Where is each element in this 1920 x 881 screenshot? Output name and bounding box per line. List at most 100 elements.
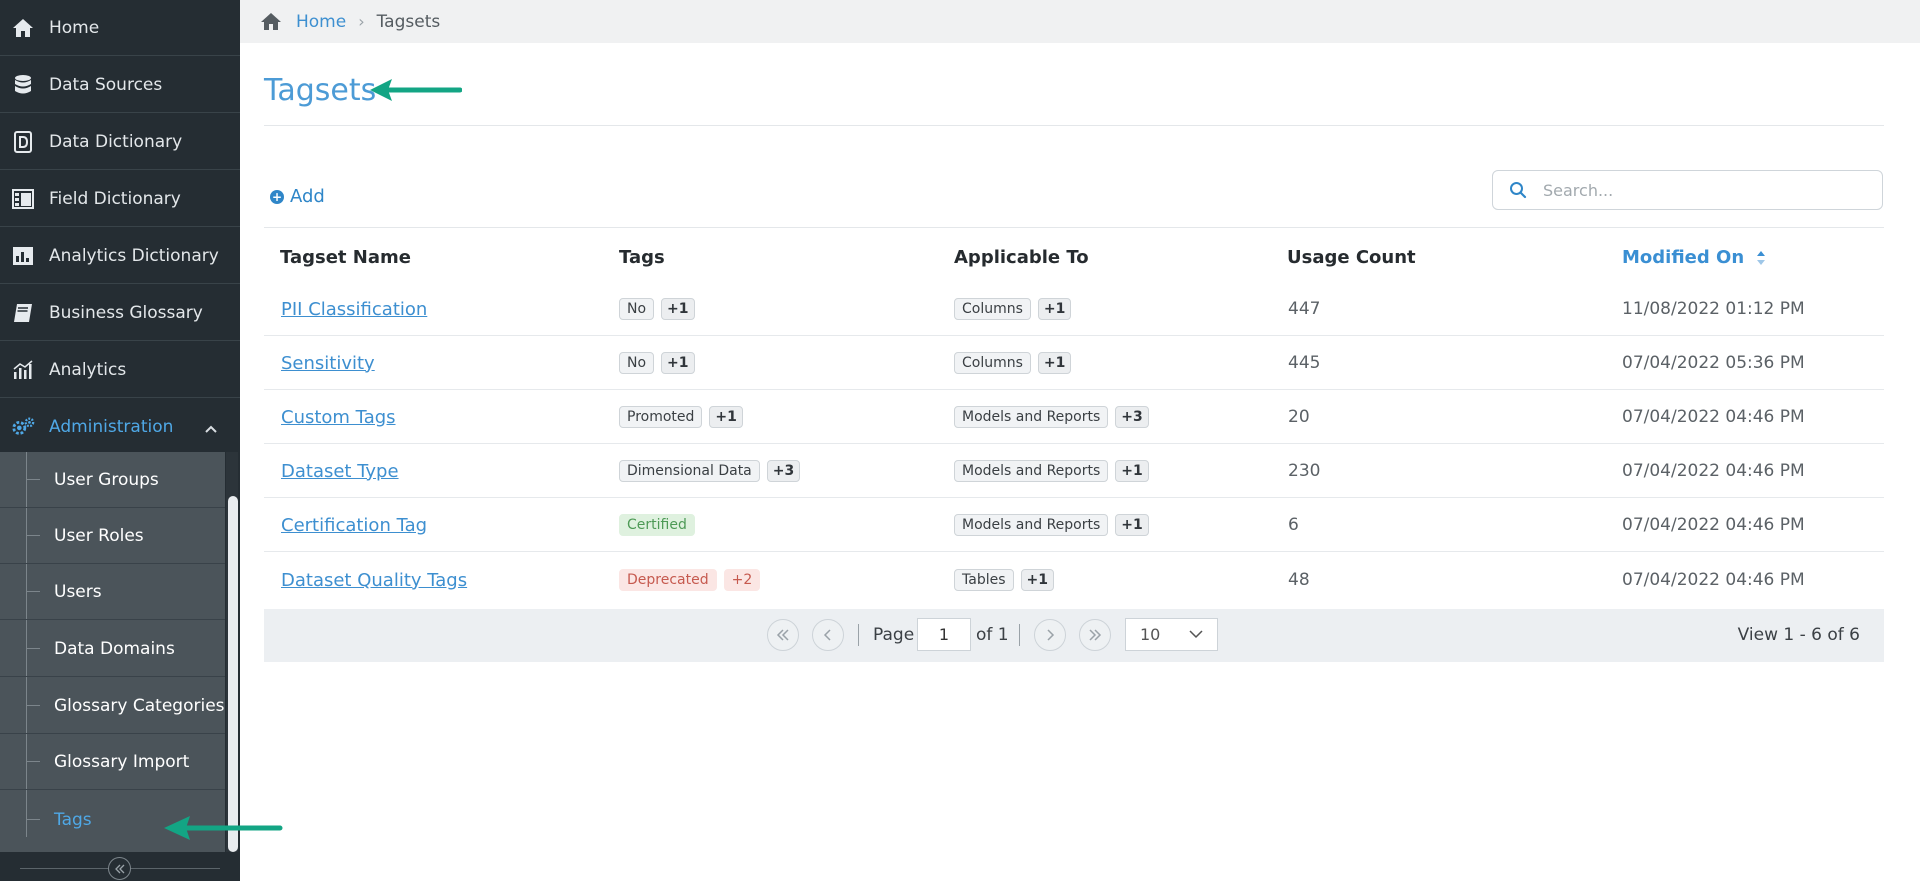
submenu-item-users[interactable]: Users bbox=[0, 564, 225, 620]
chevron-up-icon[interactable] bbox=[204, 419, 218, 438]
column-header-label: Modified On bbox=[1622, 247, 1745, 268]
table-row[interactable]: Certification Tag Certified Models and R… bbox=[264, 498, 1884, 552]
submenu-item-glossary-categories[interactable]: Glossary Categories bbox=[0, 678, 225, 734]
bar-chart-icon bbox=[11, 244, 35, 268]
sort-icon bbox=[1757, 251, 1766, 265]
tagset-name-link[interactable]: PII Classification bbox=[281, 299, 427, 320]
table-row[interactable]: Sensitivity No +1 Columns +1 445 07/04/202… bbox=[264, 336, 1884, 390]
column-header-tagset-name[interactable]: Tagset Name bbox=[280, 247, 411, 268]
sidebar-item-label: Business Glossary bbox=[49, 302, 203, 323]
tag-chip: Dimensional Data bbox=[619, 460, 760, 482]
tagset-name-link[interactable]: Dataset Quality Tags bbox=[281, 570, 467, 591]
page-label: Page bbox=[873, 625, 915, 645]
search-icon bbox=[1509, 181, 1527, 199]
sidebar-item-data-dictionary[interactable]: Data Dictionary bbox=[0, 114, 240, 170]
add-button[interactable]: + Add bbox=[270, 186, 325, 207]
column-header-applicable-to[interactable]: Applicable To bbox=[954, 247, 1089, 268]
page-of-label: of 1 bbox=[976, 625, 1009, 645]
submenu-item-label: Glossary Import bbox=[54, 751, 190, 772]
column-header-modified-on[interactable]: Modified On bbox=[1622, 247, 1766, 268]
tag-chip: Promoted bbox=[619, 406, 703, 428]
submenu-item-data-domains[interactable]: Data Domains bbox=[0, 621, 225, 677]
usage-count: 230 bbox=[1288, 461, 1321, 481]
sidebar-item-label: Data Dictionary bbox=[49, 131, 183, 152]
applies-count-badge[interactable]: +1 bbox=[1115, 514, 1149, 536]
tag-count-badge[interactable]: +3 bbox=[766, 460, 801, 482]
submenu-item-glossary-import[interactable]: Glossary Import bbox=[0, 734, 225, 790]
submenu-item-label: Glossary Categories bbox=[54, 695, 225, 716]
sidebar: Home Data Sources Data Dictionary Field … bbox=[0, 0, 240, 881]
book-icon bbox=[11, 301, 35, 325]
sidebar-item-data-sources[interactable]: Data Sources bbox=[0, 57, 240, 113]
modified-on: 07/04/2022 04:46 PM bbox=[1622, 461, 1805, 481]
applies-count-badge[interactable]: +1 bbox=[1115, 460, 1149, 482]
tag-chip: No bbox=[619, 352, 655, 374]
applies-count-badge[interactable]: +3 bbox=[1115, 406, 1149, 428]
home-icon bbox=[11, 16, 35, 40]
tagset-name-link[interactable]: Custom Tags bbox=[281, 407, 396, 428]
administration-submenu: User Groups User Roles Users Data Domain… bbox=[0, 452, 225, 852]
search-input[interactable] bbox=[1543, 180, 1863, 200]
submenu-item-user-roles[interactable]: User Roles bbox=[0, 508, 225, 564]
column-header-tags[interactable]: Tags bbox=[619, 247, 665, 268]
table-row[interactable]: Dataset Type Dimensional Data +3 Models a… bbox=[264, 444, 1884, 498]
breadcrumb: Home › Tagsets bbox=[240, 0, 1920, 43]
breadcrumb-home-link[interactable]: Home bbox=[296, 12, 346, 32]
collapse-sidebar-button[interactable] bbox=[108, 857, 131, 880]
sidebar-item-label: Analytics Dictionary bbox=[49, 245, 219, 266]
table-row[interactable]: PII Classification No +1 Columns +1 447 11… bbox=[264, 282, 1884, 336]
field-dictionary-icon bbox=[11, 187, 35, 211]
breadcrumb-separator: › bbox=[358, 12, 365, 31]
applies-chip: Tables bbox=[954, 569, 1014, 591]
table-header: Tagset Name Tags Applicable To Usage Cou… bbox=[264, 227, 1884, 283]
home-icon[interactable] bbox=[260, 12, 282, 31]
prev-page-button[interactable] bbox=[812, 619, 844, 651]
applies-chip: Models and Reports bbox=[954, 460, 1109, 482]
modified-on: 07/04/2022 05:36 PM bbox=[1622, 353, 1805, 373]
sidebar-item-analytics-dictionary[interactable]: Analytics Dictionary bbox=[0, 228, 240, 284]
sidebar-item-analytics[interactable]: Analytics bbox=[0, 342, 240, 398]
tagset-name-link[interactable]: Dataset Type bbox=[281, 461, 399, 482]
page-number-input[interactable] bbox=[917, 618, 971, 651]
applies-count-badge[interactable]: +1 bbox=[1020, 569, 1054, 591]
last-page-button[interactable] bbox=[1079, 619, 1111, 651]
search-box[interactable] bbox=[1492, 170, 1883, 210]
tag-count-badge[interactable]: +1 bbox=[661, 298, 695, 320]
tag-count-badge[interactable]: +2 bbox=[723, 569, 761, 591]
page-size-select[interactable]: 10 bbox=[1125, 618, 1218, 651]
pager: Page of 1 10 View 1 - 6 of 6 bbox=[264, 609, 1884, 662]
table-row[interactable]: Custom Tags Promoted +1 Models and Report… bbox=[264, 390, 1884, 444]
tagset-name-link[interactable]: Sensitivity bbox=[281, 353, 375, 374]
modified-on: 07/04/2022 04:46 PM bbox=[1622, 515, 1805, 535]
next-page-button[interactable] bbox=[1034, 619, 1066, 651]
applies-count-badge[interactable]: +1 bbox=[1037, 352, 1072, 374]
tagset-name-link[interactable]: Certification Tag bbox=[281, 515, 427, 536]
chevron-down-icon bbox=[1189, 630, 1203, 639]
table-row[interactable]: Dataset Quality Tags Deprecated +2 Tables… bbox=[264, 552, 1884, 608]
modified-on: 07/04/2022 04:46 PM bbox=[1622, 407, 1805, 427]
column-header-usage-count[interactable]: Usage Count bbox=[1287, 247, 1416, 268]
modified-on: 11/08/2022 01:12 PM bbox=[1622, 299, 1805, 319]
database-icon bbox=[11, 73, 35, 97]
title-divider bbox=[264, 125, 1884, 126]
usage-count: 48 bbox=[1288, 570, 1310, 590]
sidebar-item-administration[interactable]: Administration bbox=[0, 399, 240, 455]
usage-count: 6 bbox=[1288, 515, 1299, 535]
sidebar-item-home[interactable]: Home bbox=[0, 0, 240, 56]
applies-chip: Columns bbox=[954, 352, 1031, 374]
sidebar-item-field-dictionary[interactable]: Field Dictionary bbox=[0, 171, 240, 227]
first-page-button[interactable] bbox=[767, 619, 799, 651]
view-range-label: View 1 - 6 of 6 bbox=[1737, 625, 1860, 645]
submenu-item-label: Tags bbox=[54, 810, 92, 830]
submenu-item-user-groups[interactable]: User Groups bbox=[0, 452, 225, 508]
double-chevron-right-icon bbox=[1089, 629, 1102, 641]
analytics-icon bbox=[11, 358, 35, 382]
sidebar-item-business-glossary[interactable]: Business Glossary bbox=[0, 285, 240, 341]
tag-chip: Certified bbox=[619, 514, 695, 536]
applies-count-badge[interactable]: +1 bbox=[1037, 298, 1072, 320]
tag-count-badge[interactable]: +1 bbox=[661, 352, 695, 374]
sidebar-scrollbar-thumb[interactable] bbox=[228, 496, 238, 852]
chevron-left-icon bbox=[823, 629, 831, 641]
submenu-item-label: User Roles bbox=[54, 525, 144, 546]
tag-count-badge[interactable]: +1 bbox=[709, 406, 743, 428]
